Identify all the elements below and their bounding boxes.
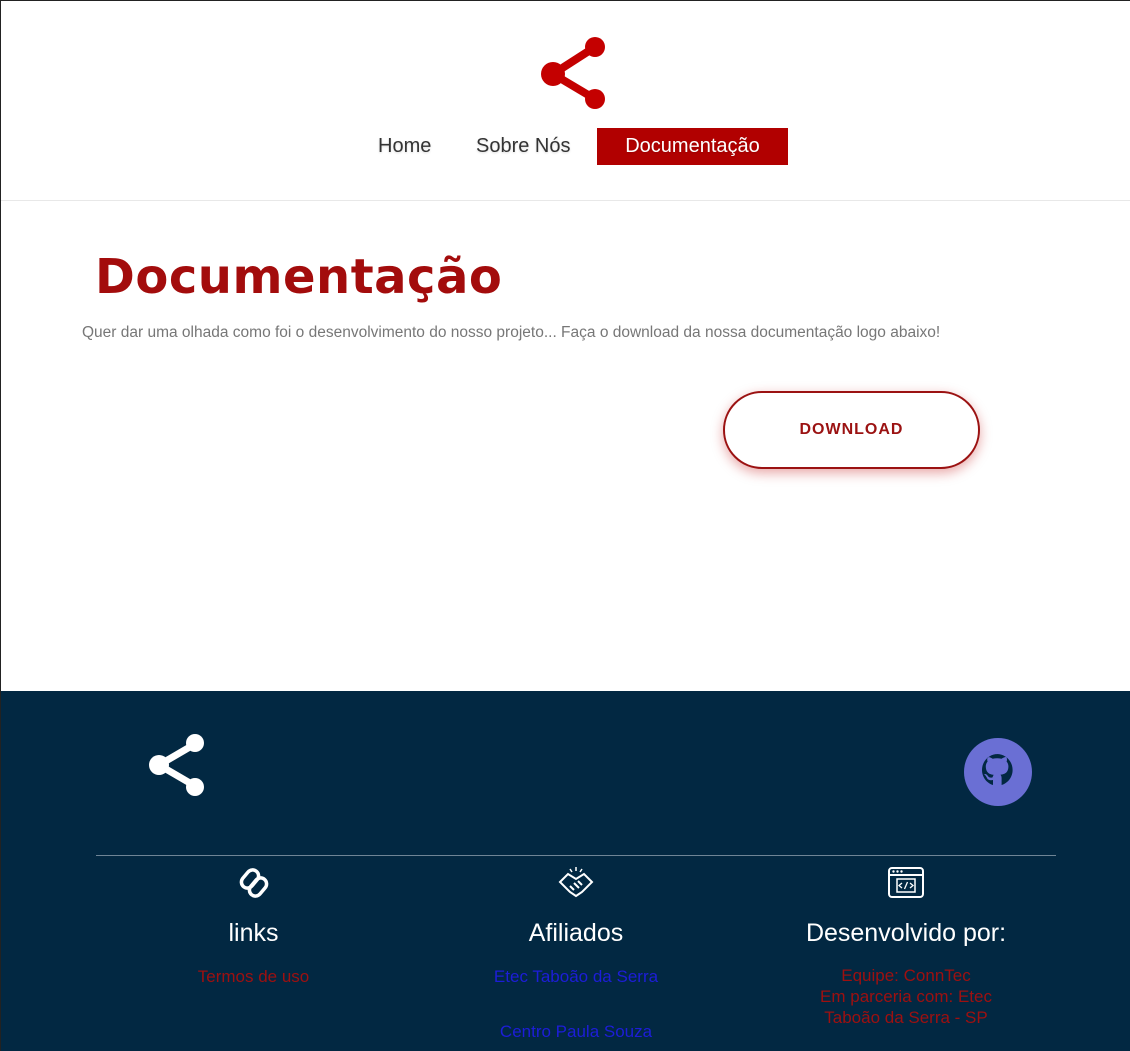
developer-line: Em parceria com: Etec [820,987,992,1006]
share-icon[interactable] [147,734,207,796]
share-logo-icon[interactable] [539,37,609,111]
etec-taboao-link[interactable]: Etec Taboão da Serra [461,966,691,988]
site-header: Home Sobre Nós Documentação [1,1,1130,201]
footer-links-column: links Termos de uso [151,866,356,988]
handshake-icon [558,867,594,898]
centro-paula-souza-link[interactable]: Centro Paula Souza [461,1021,691,1043]
footer-afiliados-column: Afiliados Etec Taboão da Serra Centro Pa… [461,866,691,1043]
site-footer: links Termos de uso Afiliados Etec Taboã… [1,691,1130,1051]
developer-line: Taboão da Serra - SP [824,1008,988,1027]
code-window-icon [888,867,924,898]
github-icon[interactable] [964,738,1032,806]
main-nav: Home Sobre Nós Documentação [1,128,1130,166]
nav-item-sobre-nos[interactable]: Sobre Nós [464,128,583,165]
page: Home Sobre Nós Documentação Documentação… [0,0,1130,1051]
download-button[interactable]: DOWNLOAD [723,391,980,469]
nav-item-home[interactable]: Home [366,128,443,165]
footer-afiliados-title: Afiliados [528,919,624,947]
footer-links-title: links [228,919,279,947]
developer-line: Equipe: ConnTec [841,966,971,985]
termos-de-uso-link[interactable]: Termos de uso [151,966,356,988]
footer-divider [96,855,1056,856]
page-description: Quer dar uma olhada como foi o desenvolv… [82,324,941,341]
footer-desenvolvido-column: Desenvolvido por: Equipe: ConnTec Em par… [771,866,1041,1028]
developer-info: Equipe: ConnTec Em parceria com: Etec Ta… [771,965,1041,1028]
page-title: Documentação [95,249,503,305]
link-icon [239,868,268,898]
nav-item-documentacao[interactable]: Documentação [597,128,788,165]
footer-desenvolvido-title: Desenvolvido por: [805,919,1007,947]
